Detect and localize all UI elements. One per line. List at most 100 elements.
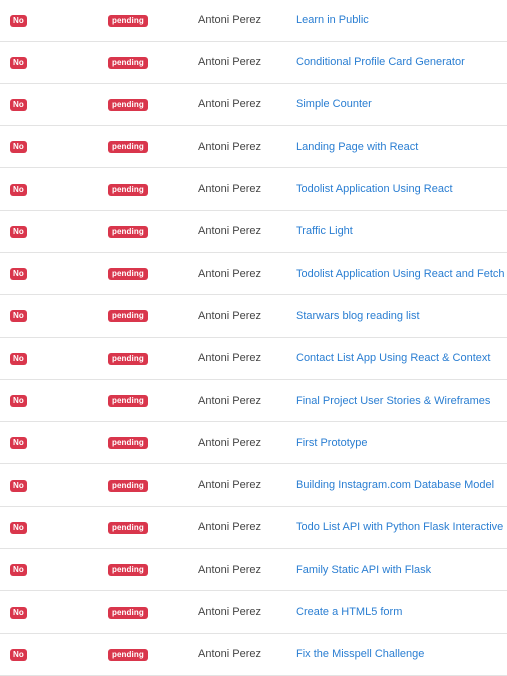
project-cell: Todolist Application Using React and Fet… <box>296 252 507 294</box>
student-name: Antoni Perez <box>198 479 261 492</box>
delivered-badge: No <box>10 606 27 619</box>
table-row: No pending Antoni Perez Create a HTML5 f… <box>0 591 507 634</box>
assignments-table: No pending Antoni Perez Learn in Public … <box>0 0 507 676</box>
project-link[interactable]: Todolist Application Using React and Fet… <box>296 268 505 280</box>
project-link[interactable]: Family Static API with Flask <box>296 564 431 576</box>
delivered-badge: No <box>10 98 27 111</box>
delivered-badge: No <box>10 437 27 450</box>
delivered-cell: No <box>0 168 108 210</box>
status-cell: pending <box>108 506 198 548</box>
project-link[interactable]: Todo List API with Python Flask Interact… <box>296 521 503 533</box>
project-cell: Landing Page with React <box>296 126 507 168</box>
delivered-cell: No <box>0 379 108 421</box>
delivered-badge: No <box>10 479 27 492</box>
project-link[interactable]: Todolist Application Using React <box>296 183 453 195</box>
delivered-badge: No <box>10 564 27 577</box>
project-link[interactable]: Fix the Misspell Challenge <box>296 648 424 660</box>
status-cell: pending <box>108 591 198 633</box>
project-cell: Todo List API with Python Flask Interact… <box>296 506 507 548</box>
status-badge: pending <box>108 183 148 196</box>
project-link[interactable]: Traffic Light <box>296 225 353 237</box>
status-badge: pending <box>108 98 148 111</box>
project-cell: First Prototype <box>296 422 507 464</box>
delivered-cell: No <box>0 549 108 591</box>
delivered-badge: No <box>10 521 27 534</box>
project-cell: Learn in Public <box>296 0 507 41</box>
project-cell: Conditional Profile Card Generator <box>296 41 507 83</box>
table-row: No pending Antoni Perez Simple Counter <box>0 83 507 126</box>
project-cell: Family Static API with Flask <box>296 549 507 591</box>
project-cell: Starwars blog reading list <box>296 295 507 337</box>
delivered-badge: No <box>10 56 27 69</box>
status-cell: pending <box>108 126 198 168</box>
student-name: Antoni Perez <box>198 563 261 576</box>
student-name: Antoni Perez <box>198 606 261 618</box>
student-cell: Antoni Perez <box>198 464 296 506</box>
delivered-badge: No <box>10 395 27 408</box>
project-link[interactable]: Building Instagram.com Database Model <box>296 479 494 491</box>
project-cell: Contact List App Using React & Context <box>296 337 507 379</box>
table-row: No pending Antoni Perez Contact List App… <box>0 337 507 380</box>
table-row: No pending Antoni Perez Todo List API wi… <box>0 506 507 549</box>
table-row: No pending Antoni Perez Final Project Us… <box>0 379 507 422</box>
status-badge: pending <box>108 606 148 619</box>
delivered-cell: No <box>0 337 108 379</box>
delivered-badge: No <box>10 225 27 238</box>
student-cell: Antoni Perez <box>198 0 296 41</box>
delivered-badge: No <box>10 648 27 661</box>
student-cell: Antoni Perez <box>198 83 296 125</box>
status-badge: pending <box>108 648 148 661</box>
table-row: No pending Antoni Perez Family Static AP… <box>0 549 507 591</box>
project-link[interactable]: Simple Counter <box>296 98 372 110</box>
assignments-table-body: No pending Antoni Perez Learn in Public … <box>0 0 507 676</box>
delivered-cell: No <box>0 210 108 252</box>
table-row: No pending Antoni Perez First Prototype <box>0 422 507 464</box>
project-link[interactable]: Starwars blog reading list <box>296 310 420 322</box>
delivered-badge: No <box>10 183 27 196</box>
delivered-cell: No <box>0 41 108 83</box>
student-name: Antoni Perez <box>198 436 261 449</box>
student-name: Antoni Perez <box>198 98 261 111</box>
table-row: No pending Antoni Perez Todolist Applica… <box>0 168 507 211</box>
delivered-badge: No <box>10 310 27 323</box>
status-badge: pending <box>108 352 148 365</box>
delivered-cell: No <box>0 464 108 506</box>
status-cell: pending <box>108 549 198 591</box>
delivered-cell: No <box>0 506 108 548</box>
student-name: Antoni Perez <box>198 394 261 407</box>
project-link[interactable]: Create a HTML5 form <box>296 606 402 618</box>
project-link[interactable]: Conditional Profile Card Generator <box>296 56 465 68</box>
status-badge: pending <box>108 141 148 154</box>
project-link[interactable]: Learn in Public <box>296 14 369 26</box>
table-row: No pending Antoni Perez Conditional Prof… <box>0 41 507 84</box>
student-cell: Antoni Perez <box>198 379 296 421</box>
table-row: No pending Antoni Perez Todolist Applica… <box>0 252 507 295</box>
delivered-cell: No <box>0 591 108 633</box>
project-link[interactable]: First Prototype <box>296 437 368 449</box>
status-cell: pending <box>108 83 198 125</box>
status-cell: pending <box>108 295 198 337</box>
delivered-cell: No <box>0 422 108 464</box>
delivered-cell: No <box>0 252 108 294</box>
student-name: Antoni Perez <box>198 521 261 534</box>
table-row: No pending Antoni Perez Learn in Public <box>0 0 507 41</box>
student-cell: Antoni Perez <box>198 337 296 379</box>
status-cell: pending <box>108 633 198 675</box>
project-link[interactable]: Contact List App Using React & Context <box>296 352 490 364</box>
student-cell: Antoni Perez <box>198 422 296 464</box>
student-cell: Antoni Perez <box>198 295 296 337</box>
delivered-badge: No <box>10 141 27 154</box>
project-link[interactable]: Final Project User Stories & Wireframes <box>296 395 490 407</box>
status-badge: pending <box>108 310 148 323</box>
student-name: Antoni Perez <box>198 183 261 196</box>
project-link[interactable]: Landing Page with React <box>296 141 418 153</box>
status-badge: pending <box>108 521 148 534</box>
table-row: No pending Antoni Perez Starwars blog re… <box>0 295 507 338</box>
project-cell: Fix the Misspell Challenge <box>296 633 507 675</box>
student-name: Antoni Perez <box>198 14 261 27</box>
delivered-cell: No <box>0 295 108 337</box>
status-cell: pending <box>108 41 198 83</box>
table-row: No pending Antoni Perez Landing Page wit… <box>0 126 507 168</box>
delivered-badge: No <box>10 268 27 281</box>
status-cell: pending <box>108 464 198 506</box>
